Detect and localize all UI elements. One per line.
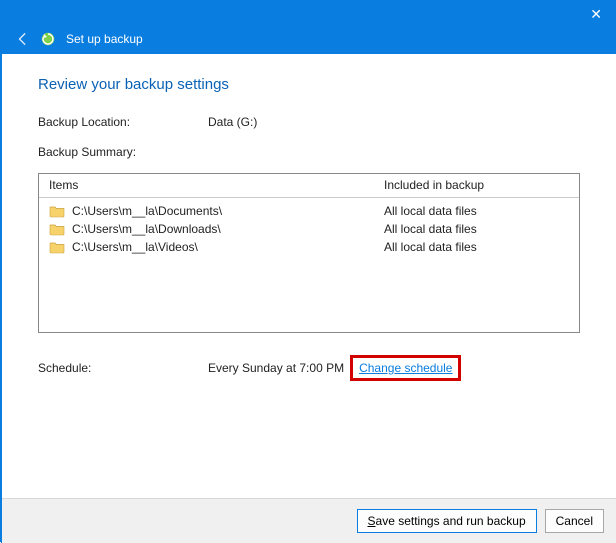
- item-included: All local data files: [384, 240, 569, 254]
- save-settings-button[interactable]: Save settings and run backup: [357, 509, 537, 533]
- schedule-value: Every Sunday at 7:00 PM: [208, 361, 344, 375]
- column-header-included[interactable]: Included in backup: [384, 178, 569, 192]
- body-area: Review your backup settings Backup Locat…: [2, 54, 616, 498]
- change-schedule-link[interactable]: Change schedule: [350, 355, 461, 381]
- schedule-label: Schedule:: [38, 361, 208, 375]
- item-included: All local data files: [384, 204, 569, 218]
- window-title: Set up backup: [66, 32, 143, 46]
- backup-summary-box: Items Included in backup C:\Users\m__la\…: [38, 173, 580, 333]
- folder-icon: [49, 240, 65, 254]
- back-icon[interactable]: [16, 32, 30, 46]
- folder-icon: [49, 204, 65, 218]
- folder-icon: [49, 222, 65, 236]
- table-row[interactable]: C:\Users\m__la\Downloads\All local data …: [49, 220, 569, 238]
- page-heading: Review your backup settings: [38, 76, 580, 93]
- backup-location-value: Data (G:): [208, 115, 257, 129]
- item-path: C:\Users\m__la\Videos\: [72, 240, 384, 254]
- schedule-row: Schedule: Every Sunday at 7:00 PM Change…: [38, 355, 580, 381]
- table-row[interactable]: C:\Users\m__la\Videos\All local data fil…: [49, 238, 569, 256]
- cancel-button[interactable]: Cancel: [545, 509, 604, 533]
- item-included: All local data files: [384, 222, 569, 236]
- item-path: C:\Users\m__la\Documents\: [72, 204, 384, 218]
- backup-summary-label: Backup Summary:: [38, 145, 580, 159]
- backup-location-label: Backup Location:: [38, 115, 208, 129]
- title-bar: ✕ Set up backup: [2, 2, 616, 54]
- backup-app-icon: [40, 31, 56, 47]
- summary-header: Items Included in backup: [39, 174, 579, 198]
- backup-location-row: Backup Location: Data (G:): [38, 115, 580, 129]
- save-button-mnemonic: S: [368, 514, 376, 528]
- footer-bar: Save settings and run backup Cancel: [2, 498, 616, 543]
- save-button-text: ave settings and run backup: [376, 514, 526, 528]
- close-icon[interactable]: ✕: [590, 4, 602, 24]
- table-row[interactable]: C:\Users\m__la\Documents\All local data …: [49, 202, 569, 220]
- column-header-items[interactable]: Items: [49, 178, 384, 192]
- item-path: C:\Users\m__la\Downloads\: [72, 222, 384, 236]
